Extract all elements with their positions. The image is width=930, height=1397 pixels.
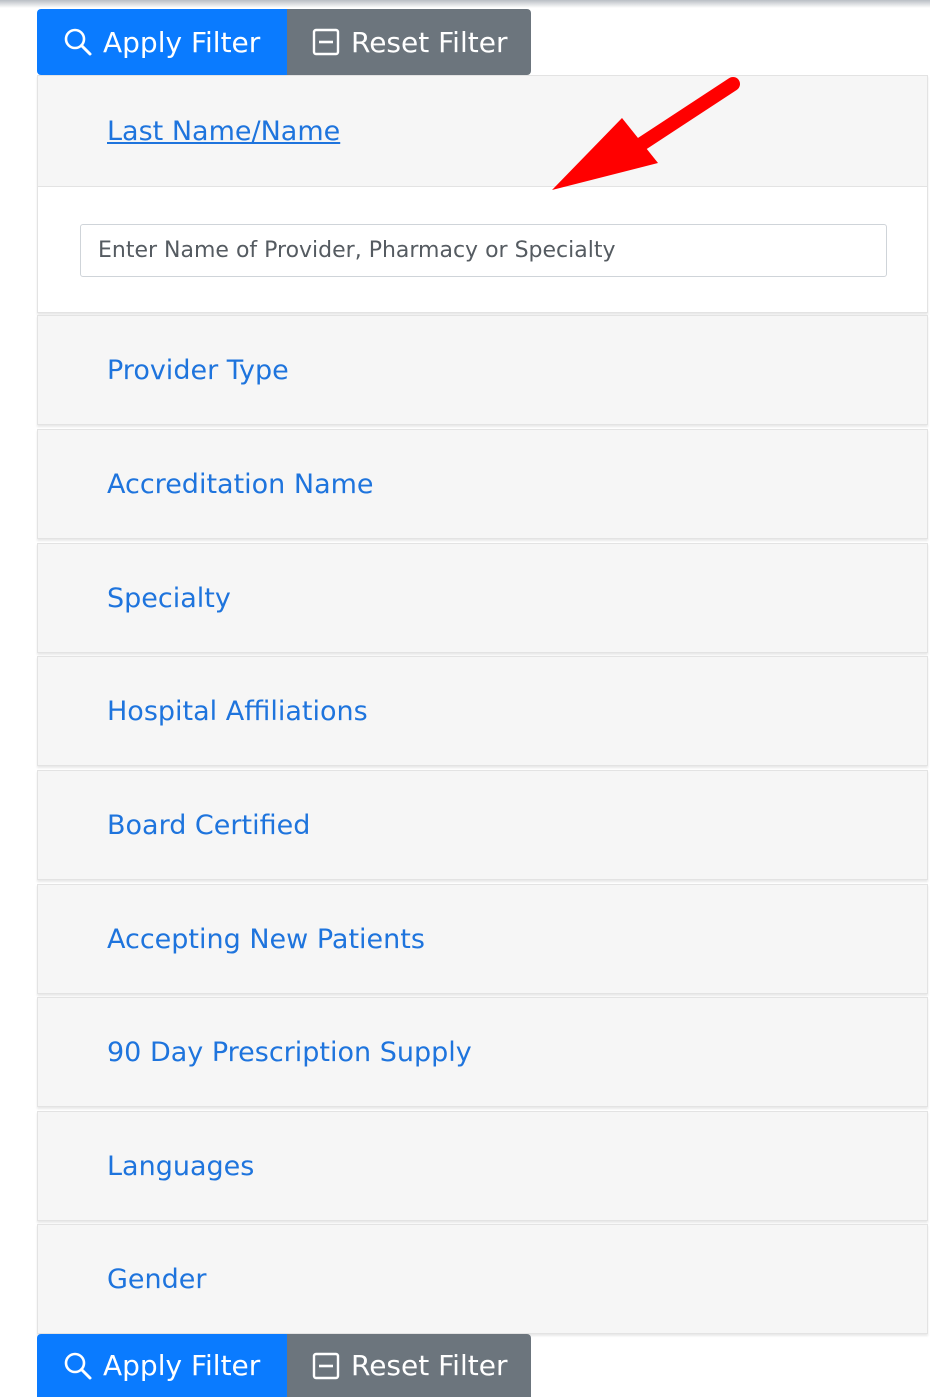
provider-search-input[interactable]	[80, 224, 887, 277]
reset-filter-button[interactable]: Reset Filter	[287, 9, 531, 75]
filter-accreditation-name-label[interactable]: Accreditation Name	[107, 430, 374, 538]
last-name-filter-link[interactable]: Last Name/Name	[107, 76, 340, 187]
filter-board-certified-label[interactable]: Board Certified	[107, 771, 310, 879]
apply-filter-button-bottom[interactable]: Apply Filter	[37, 1334, 287, 1397]
apply-filter-label: Apply Filter	[103, 25, 261, 59]
reset-filter-label: Reset Filter	[351, 1349, 508, 1382]
filter-hospital-affiliations-label[interactable]: Hospital Affiliations	[107, 657, 368, 765]
filter-languages[interactable]: Languages	[37, 1111, 928, 1221]
filter-90-day-prescription-supply[interactable]: 90 Day Prescription Supply	[37, 997, 928, 1107]
reset-filter-label: Reset Filter	[351, 25, 508, 59]
filter-gender-label[interactable]: Gender	[107, 1225, 207, 1333]
filter-accepting-new-patients-label[interactable]: Accepting New Patients	[107, 885, 425, 993]
name-search-panel-header[interactable]: Last Name/Name	[38, 76, 927, 187]
name-search-panel: Last Name/Name	[37, 75, 928, 313]
bottom-button-group: Apply Filter Reset Filter	[37, 1334, 531, 1397]
filter-accepting-new-patients[interactable]: Accepting New Patients	[37, 884, 928, 994]
reset-filter-button-bottom[interactable]: Reset Filter	[287, 1334, 531, 1397]
filter-hospital-affiliations[interactable]: Hospital Affiliations	[37, 656, 928, 766]
filter-accreditation-name[interactable]: Accreditation Name	[37, 429, 928, 539]
search-icon	[63, 1351, 93, 1381]
minus-square-icon	[312, 28, 340, 56]
filter-board-certified[interactable]: Board Certified	[37, 770, 928, 880]
top-button-group: Apply Filter Reset Filter	[37, 9, 531, 75]
search-icon	[63, 27, 93, 57]
red-arrow-annotation-icon	[552, 77, 740, 190]
top-shadow	[0, 0, 930, 8]
filter-specialty-label[interactable]: Specialty	[107, 544, 231, 652]
apply-filter-button[interactable]: Apply Filter	[37, 9, 287, 75]
filter-languages-label[interactable]: Languages	[107, 1112, 254, 1220]
filter-provider-type-label[interactable]: Provider Type	[107, 316, 289, 424]
filter-specialty[interactable]: Specialty	[37, 543, 928, 653]
filter-provider-type[interactable]: Provider Type	[37, 315, 928, 425]
filter-gender[interactable]: Gender	[37, 1224, 928, 1334]
minus-square-icon	[312, 1352, 340, 1380]
filter-90-day-prescription-supply-label[interactable]: 90 Day Prescription Supply	[107, 998, 472, 1106]
apply-filter-label: Apply Filter	[103, 1349, 261, 1382]
